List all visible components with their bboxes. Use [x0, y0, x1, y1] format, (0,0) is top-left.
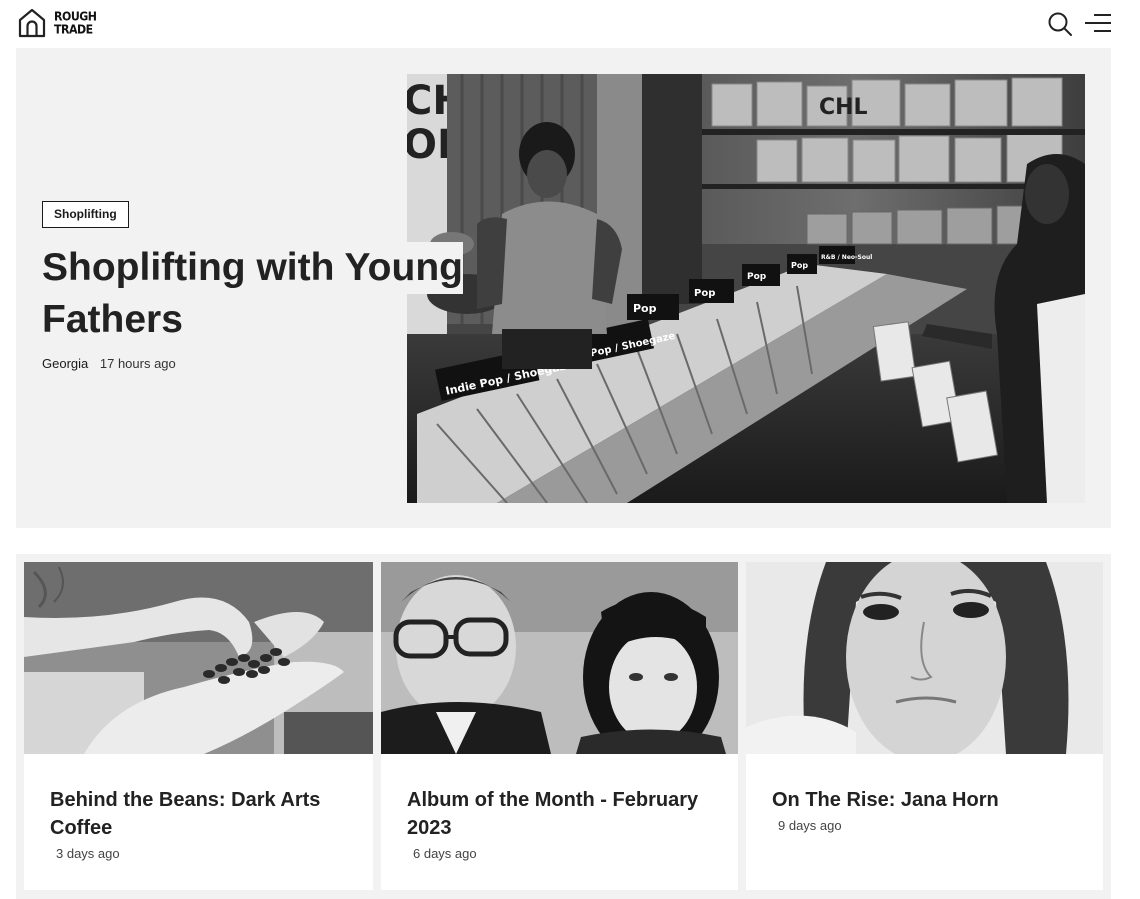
svg-text:Pop: Pop — [694, 288, 715, 299]
article-card[interactable]: On The Rise: Jana Horn 9 days ago — [746, 562, 1103, 890]
card-title[interactable]: On The Rise: Jana Horn — [772, 786, 1082, 814]
timestamp: 17 hours ago — [99, 356, 176, 371]
article-cards: Behind the Beans: Dark Arts Coffee 3 day… — [16, 554, 1111, 899]
article-image[interactable] — [24, 562, 373, 754]
card-timestamp: 3 days ago — [56, 846, 120, 861]
svg-text:CHL: CHL — [819, 95, 868, 120]
svg-text:Pop: Pop — [791, 261, 808, 270]
logo-line-2: TRADE — [54, 21, 93, 37]
svg-text:Pop: Pop — [747, 272, 767, 282]
article-card[interactable]: Behind the Beans: Dark Arts Coffee 3 day… — [24, 562, 373, 890]
hamburger-menu-icon[interactable] — [1084, 12, 1112, 34]
article-image[interactable] — [381, 562, 738, 754]
svg-text:Pop: Pop — [633, 302, 657, 315]
featured-article-title[interactable]: Shoplifting with Young Fathers — [42, 242, 482, 346]
search-icon[interactable] — [1047, 11, 1073, 37]
article-image[interactable] — [746, 562, 1103, 754]
logo-wordmark: ROUGH TRADE — [54, 10, 97, 37]
featured-photo[interactable]: CH OE CHL Indie Pop / Shoegaze Indie Pop… — [407, 74, 1085, 503]
card-title[interactable]: Behind the Beans: Dark Arts Coffee — [50, 786, 350, 842]
site-header: ROUGH TRADE — [0, 0, 1140, 48]
card-timestamp: 9 days ago — [778, 818, 842, 833]
coffee-beans-photo — [24, 562, 373, 754]
record-store-photo: CH OE CHL Indie Pop / Shoegaze Indie Pop… — [407, 74, 1085, 503]
article-card[interactable]: Album of the Month - February 2023 6 day… — [381, 562, 738, 890]
article-meta: Georgia 17 hours ago — [42, 356, 176, 371]
card-timestamp: 6 days ago — [413, 846, 477, 861]
author-name[interactable]: Georgia — [42, 356, 88, 371]
jana-horn-portrait — [746, 562, 1103, 754]
featured-article[interactable]: CH OE CHL Indie Pop / Shoegaze Indie Pop… — [16, 48, 1111, 528]
card-title[interactable]: Album of the Month - February 2023 — [407, 786, 717, 842]
title-line-1: Shoplifting with Young — [42, 242, 463, 294]
house-logo-icon — [18, 8, 46, 38]
rough-trade-logo[interactable]: ROUGH TRADE — [18, 8, 97, 38]
title-line-2: Fathers — [42, 298, 183, 341]
album-duo-photo — [381, 562, 738, 754]
category-tag[interactable]: Shoplifting — [42, 201, 129, 228]
svg-text:R&B / Neo-Soul: R&B / Neo-Soul — [821, 254, 872, 261]
